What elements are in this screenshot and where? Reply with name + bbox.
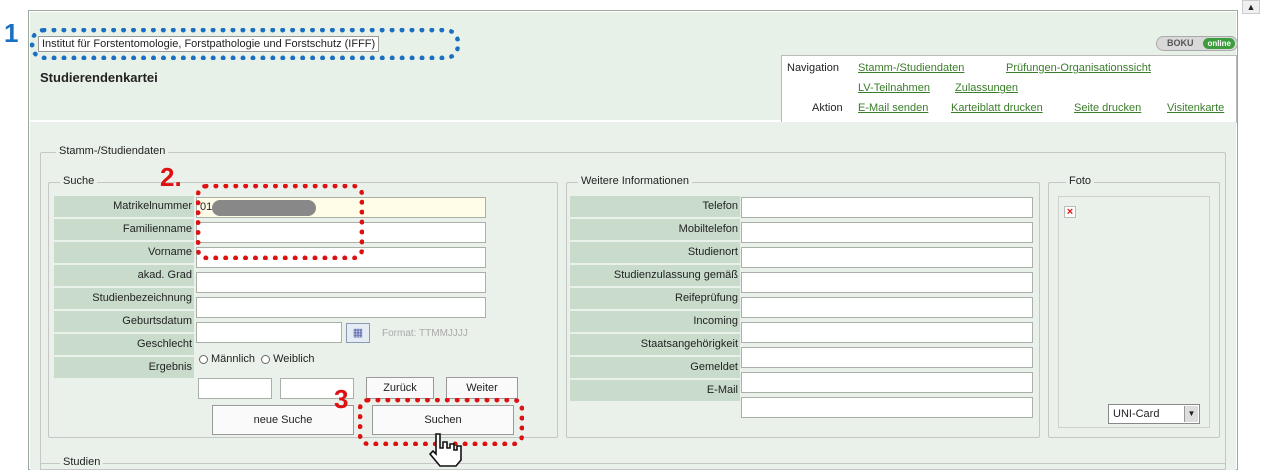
- action-seite-drucken[interactable]: Seite drucken: [1074, 102, 1141, 114]
- annotation-number-1: 1: [4, 18, 19, 48]
- label-gemeldet: Gemeldet: [570, 357, 740, 380]
- action-visitenkarte[interactable]: Visitenkarte: [1167, 102, 1224, 114]
- staatsangehoerigkeit-field[interactable]: [741, 347, 1033, 368]
- page-title: Studierendenkartei: [40, 70, 158, 85]
- nav-link-zulassungen[interactable]: Zulassungen: [955, 82, 1018, 94]
- neue-suche-button[interactable]: neue Suche: [212, 405, 354, 435]
- studien-fieldset: [40, 463, 1226, 470]
- nav-link-lv-teilnahmen[interactable]: LV-Teilnahmen: [858, 82, 930, 94]
- stammdaten-legend: Stamm-/Studiendaten: [56, 145, 169, 157]
- reifepruefung-field[interactable]: [741, 297, 1033, 318]
- calendar-icon[interactable]: ▦: [346, 323, 370, 343]
- action-email-senden[interactable]: E-Mail senden: [858, 102, 928, 114]
- broken-image-icon: ×: [1064, 206, 1076, 218]
- studienbezeichnung-input[interactable]: [196, 297, 486, 318]
- navigation-label: Navigation: [787, 62, 839, 74]
- label-studienbezeichnung: Studienbezeichnung: [54, 288, 194, 311]
- label-akad-grad: akad. Grad: [54, 265, 194, 288]
- studienort-field[interactable]: [741, 247, 1033, 268]
- label-reifepruefung: Reifeprüfung: [570, 288, 740, 311]
- studienzulassung-field[interactable]: [741, 272, 1033, 293]
- label-ergebnis: Ergebnis: [54, 357, 194, 380]
- annotation-highlight-1: [30, 28, 460, 60]
- ergebnis-from-input[interactable]: [198, 378, 272, 399]
- label-geschlecht: Geschlecht: [54, 334, 194, 357]
- incoming-field[interactable]: [741, 322, 1033, 343]
- foto-legend: Foto: [1066, 175, 1095, 187]
- photo-source-value: UNI-Card: [1113, 408, 1160, 420]
- label-email: E-Mail: [570, 380, 740, 403]
- email-field[interactable]: [741, 397, 1033, 418]
- label-studienzulassung: Studienzulassung gemäß: [570, 265, 740, 288]
- label-studienort: Studienort: [570, 242, 740, 265]
- label-incoming: Incoming: [570, 311, 740, 334]
- radio-weiblich[interactable]: [261, 354, 271, 364]
- scroll-up-arrow-icon[interactable]: ▲: [1242, 0, 1260, 14]
- dropdown-arrow-icon[interactable]: ▼: [1184, 406, 1198, 422]
- weiter-button[interactable]: Weiter: [446, 377, 518, 399]
- photo-box: [1058, 196, 1210, 428]
- online-badge: online: [1203, 38, 1235, 49]
- label-mobiltelefon: Mobiltelefon: [570, 219, 740, 242]
- label-telefon: Telefon: [570, 196, 740, 219]
- radio-maennlich[interactable]: [199, 354, 208, 364]
- annotation-highlight-2: [196, 184, 364, 260]
- telefon-field[interactable]: [741, 197, 1033, 218]
- nav-link-pruefungen[interactable]: Prüfungen-Organisationssicht: [1006, 62, 1151, 74]
- label-geburtsdatum: Geburtsdatum: [54, 311, 194, 334]
- label-familienname: Familienname: [54, 219, 194, 242]
- studien-legend: Studien: [60, 456, 104, 468]
- nav-link-stammdaten[interactable]: Stamm-/Studiendaten: [858, 62, 964, 74]
- label-matrikelnummer: Matrikelnummer: [54, 196, 194, 219]
- weiblich-label: Weiblich: [273, 353, 315, 365]
- date-format-hint: Format: TTMMJJJJ: [382, 328, 468, 339]
- photo-source-select[interactable]: UNI-Card ▼: [1108, 404, 1200, 424]
- gemeldet-field[interactable]: [741, 372, 1033, 393]
- aktion-label: Aktion: [812, 102, 843, 114]
- hand-cursor-icon: [428, 433, 462, 467]
- suche-legend: Suche: [60, 175, 98, 187]
- zurueck-button[interactable]: Zurück: [366, 377, 434, 399]
- screen: ▲ Institut für Forstentomologie, Forstpa…: [0, 0, 1288, 470]
- boku-online-logo: BOKU online: [1156, 36, 1238, 51]
- action-karteiblatt-drucken[interactable]: Karteiblatt drucken: [951, 102, 1043, 114]
- maennlich-label: Männlich: [211, 353, 256, 365]
- akad-grad-input[interactable]: [196, 272, 486, 293]
- geburtsdatum-input[interactable]: [196, 322, 342, 343]
- mobiltelefon-field[interactable]: [741, 222, 1033, 243]
- annotation-number-2: 2.: [160, 162, 182, 192]
- label-staatsangehoerigkeit: Staatsangehörigkeit: [570, 334, 740, 357]
- label-vorname: Vorname: [54, 242, 194, 265]
- geschlecht-options: Männlich Weiblich: [196, 353, 314, 365]
- info-label-column: Telefon Mobiltelefon Studienort Studienz…: [570, 196, 740, 403]
- boku-logo-text: BOKU: [1167, 38, 1194, 48]
- annotation-number-3: 3: [334, 384, 349, 414]
- search-label-column: Matrikelnummer Familienname Vorname akad…: [54, 196, 194, 380]
- weitere-legend: Weitere Informationen: [578, 175, 693, 187]
